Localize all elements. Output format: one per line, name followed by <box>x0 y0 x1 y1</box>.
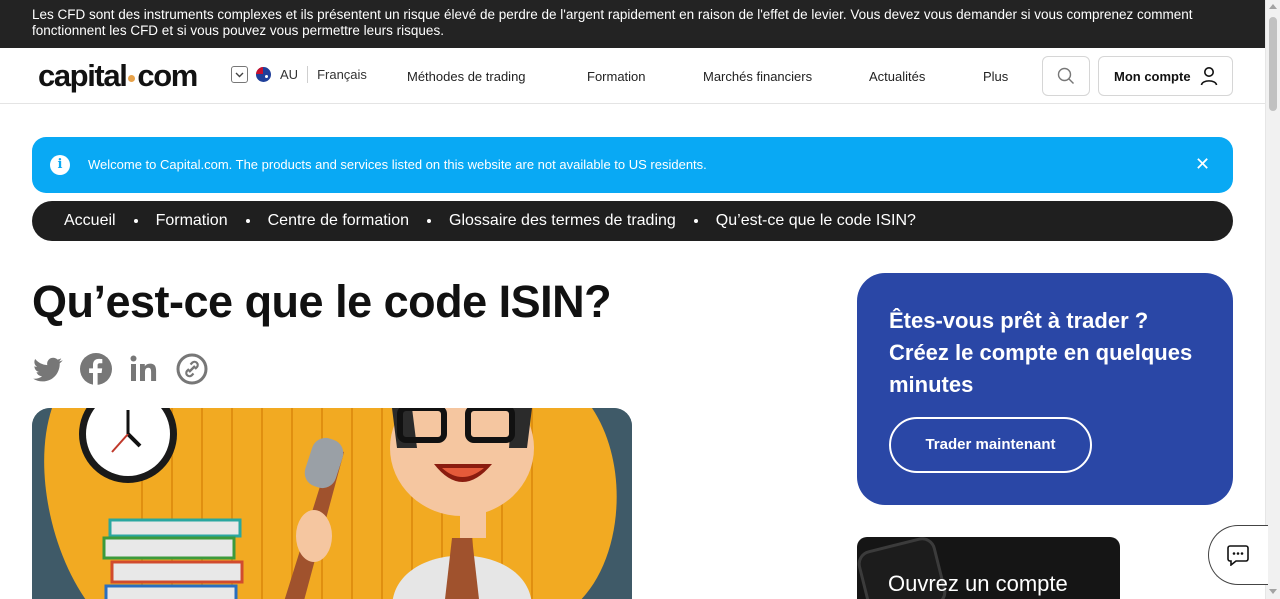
breadcrumb-separator <box>133 219 138 223</box>
trade-now-button[interactable]: Trader maintenant <box>889 417 1092 473</box>
cta-headline: Êtes-vous prêt à trader ? Créez le compt… <box>889 308 1193 397</box>
search-icon <box>1057 67 1074 84</box>
scroll-down-arrow-icon[interactable] <box>1269 589 1277 594</box>
nav-trading-methods[interactable]: Méthodes de trading <box>407 69 526 84</box>
site-header: capital com AU Français Méthodes de trad… <box>0 48 1265 104</box>
vertical-scrollbar[interactable] <box>1265 0 1280 599</box>
language-label[interactable]: Français <box>317 67 367 82</box>
breadcrumb-item-home[interactable]: Accueil <box>64 212 116 230</box>
australia-flag-icon <box>256 67 271 82</box>
nav-more[interactable]: Plus <box>983 69 1008 84</box>
close-icon[interactable]: ✕ <box>1195 154 1210 175</box>
risk-warning-text: Les CFD sont des instruments complexes e… <box>32 7 1193 38</box>
breadcrumb-item-glossary[interactable]: Glossaire des termes de trading <box>449 212 676 230</box>
nav-financial-markets[interactable]: Marchés financiers <box>703 69 812 84</box>
chevron-down-icon[interactable] <box>231 66 248 83</box>
logo-text-left: capital <box>38 58 128 93</box>
breadcrumb-separator <box>693 219 698 223</box>
region-code[interactable]: AU <box>280 67 298 82</box>
divider <box>307 66 309 83</box>
info-icon: i <box>50 155 70 175</box>
nav-news[interactable]: Actualités <box>869 69 925 84</box>
breadcrumb-item-formation[interactable]: Formation <box>156 212 228 230</box>
scroll-up-arrow-icon[interactable] <box>1269 4 1277 9</box>
twitter-icon[interactable] <box>31 352 65 386</box>
breadcrumb: Accueil Formation Centre de formation Gl… <box>32 201 1233 241</box>
capital-com-logo[interactable]: capital com <box>38 58 198 94</box>
linkedin-icon[interactable] <box>127 352 161 386</box>
cta-card: Êtes-vous prêt à trader ? Créez le compt… <box>857 273 1233 505</box>
breadcrumb-item-current: Qu’est-ce que le code ISIN? <box>715 212 916 229</box>
teacher-illustration <box>32 408 632 599</box>
notice-message: Welcome to Capital.com. The products and… <box>88 157 707 172</box>
open-account-promo[interactable]: Ouvrez un compte <box>857 537 1120 599</box>
scrollbar-thumb[interactable] <box>1269 17 1277 111</box>
nav-formation[interactable]: Formation <box>587 69 646 84</box>
chat-button[interactable] <box>1208 525 1268 585</box>
search-button[interactable] <box>1042 56 1090 96</box>
logo-dot <box>128 74 136 82</box>
breadcrumb-item-learning-center[interactable]: Centre de formation <box>268 212 409 230</box>
my-account-button[interactable]: Mon compte <box>1098 56 1233 96</box>
us-residents-notice: i Welcome to Capital.com. The products a… <box>32 137 1233 193</box>
page-title: Qu’est-ce que le code ISIN? <box>32 276 612 327</box>
chat-icon <box>1227 545 1249 566</box>
logo-text-right: com <box>137 58 198 93</box>
user-icon <box>1200 67 1218 86</box>
region-language-selector[interactable]: AU Français <box>231 66 367 83</box>
promo-text: Ouvrez un compte <box>888 571 1068 596</box>
facebook-icon[interactable] <box>79 352 113 386</box>
risk-warning-banner: Les CFD sont des instruments complexes e… <box>0 0 1265 48</box>
article-hero-illustration <box>32 408 632 599</box>
breadcrumb-separator <box>245 219 250 223</box>
copy-link-icon[interactable] <box>175 352 209 386</box>
my-account-label: Mon compte <box>1114 68 1191 84</box>
breadcrumb-separator <box>427 219 432 223</box>
